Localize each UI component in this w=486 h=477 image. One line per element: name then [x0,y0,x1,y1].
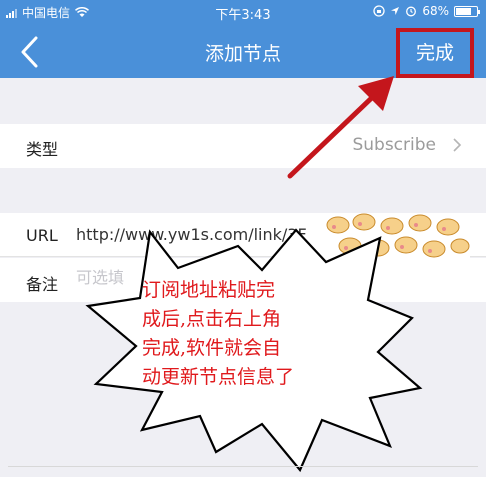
annotation-line: 成后,点击右上角 [142,308,282,330]
status-right: 68% [373,4,480,18]
type-label: 类型 [26,140,59,159]
location-icon [391,7,400,15]
sticker-overlay [320,213,470,258]
chevron-right-icon [453,138,462,152]
url-field[interactable]: http://www.yw1s.com/link/3F [76,225,307,244]
screen: 中国电信 下午3:43 68% 添加节点 完成 类型 Subscribe URL… [0,0,486,477]
status-bar: 中国电信 下午3:43 68% [0,0,486,24]
annotation-text: 订阅地址粘贴完 成后,点击右上角 完成,软件就会自 动更新节点信息了 [142,276,374,392]
type-value: Subscribe [352,135,436,155]
annotation-line: 动更新节点信息了 [142,366,295,388]
rotation-lock-icon [373,5,385,17]
battery-percent: 68% [422,4,449,18]
nav-bar: 添加节点 完成 [0,24,486,78]
alarm-icon [406,6,417,17]
note-label: 备注 [26,275,59,294]
annotation-line: 订阅地址粘贴完 [142,279,276,301]
done-button[interactable]: 完成 [396,28,474,78]
divider [8,466,478,467]
annotation-line: 完成,软件就会自 [142,337,282,359]
battery-icon [454,5,480,17]
url-label: URL [26,226,58,245]
type-row[interactable]: 类型 Subscribe [0,124,486,168]
